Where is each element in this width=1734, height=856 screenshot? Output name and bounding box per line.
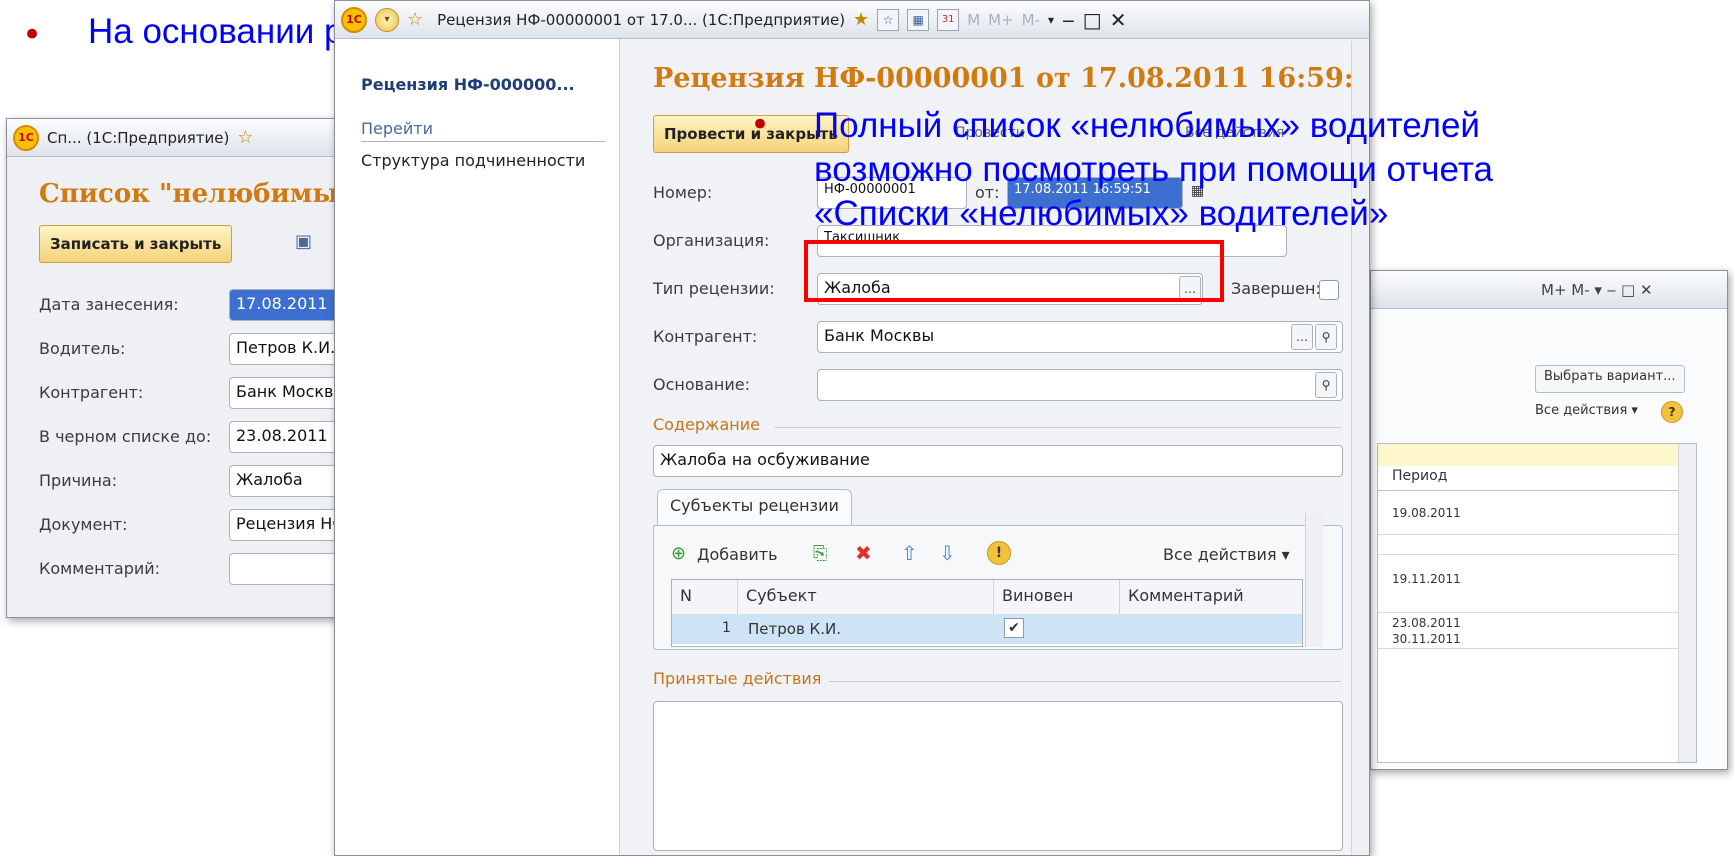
calendar-icon[interactable]: 31 — [937, 8, 960, 31]
tab-review-subjects[interactable]: Субъекты рецензии — [657, 489, 852, 525]
1c-logo-icon[interactable]: 1С — [341, 6, 367, 33]
review-titlebar[interactable]: 1С ▾ ☆ Рецензия НФ-00000001 от 17.0... (… — [335, 1, 1369, 39]
choose-variant-button[interactable]: Выбрать вариант... — [1535, 365, 1685, 393]
memory-plus-button[interactable]: M+ — [988, 11, 1014, 29]
row-number: 1 — [722, 620, 731, 636]
content-divider — [775, 427, 1341, 428]
window-title: Сп... (1С:Предприятие) — [47, 128, 230, 147]
report-titlebar[interactable]: M+ M- ▾ ‒ □ ✕ — [1371, 271, 1727, 309]
basis-field[interactable] — [817, 369, 1343, 401]
highlight-frame — [804, 240, 1224, 302]
report-cell: 23.08.2011 — [1392, 616, 1461, 630]
completed-label: Завершен: — [1231, 279, 1321, 298]
actions-divider — [829, 681, 1341, 682]
slide-bullet-2-line1: Полный список «нелюбимых» водителей — [814, 106, 1480, 145]
slide-bullet-2-line2: возможно посмотреть при помощи отчета — [814, 150, 1493, 189]
report-grid: Период 19.08.2011 19.11.2011 23.08.2011 … — [1377, 443, 1697, 763]
basis-search-icon[interactable]: ⚲ — [1315, 372, 1337, 398]
number-label: Номер: — [653, 183, 713, 202]
close-button[interactable]: ✕ — [1110, 8, 1127, 32]
row-subject: Петров К.И. — [748, 620, 841, 638]
column-header-subject[interactable]: Субъект — [738, 580, 994, 614]
column-header-comment[interactable]: Комментарий — [1120, 580, 1302, 614]
star-icon[interactable]: ☆ — [237, 127, 253, 148]
column-header-guilty[interactable]: Виновен — [994, 580, 1120, 614]
content-field[interactable]: Жалоба на осбуживание — [653, 445, 1343, 477]
grid-scrollbar[interactable] — [1305, 513, 1323, 647]
field-label: Документ: — [39, 515, 128, 534]
counterparty-search-icon[interactable]: ⚲ — [1315, 324, 1337, 350]
counterparty-field[interactable]: Банк Москвы — [817, 321, 1343, 353]
page-title: Список "нелюбимых" водителей — [39, 179, 356, 209]
navigation-panel: Рецензия НФ-000000... Перейти Структура … — [335, 39, 620, 855]
actions-field[interactable] — [653, 701, 1343, 851]
bookmark-icon[interactable]: ☆ — [877, 8, 900, 31]
arrow-up-icon[interactable]: ⇧ — [901, 541, 918, 565]
report-window: M+ M- ▾ ‒ □ ✕ Выбрать вариант... Все дей… — [1370, 270, 1728, 770]
arrow-down-icon[interactable]: ⇩ — [939, 541, 956, 565]
field-label: Комментарий: — [39, 559, 161, 578]
star-icon[interactable]: ☆ — [407, 9, 423, 30]
minimize-button[interactable]: ‒ — [1062, 8, 1075, 32]
window-title: Рецензия НФ-00000001 от 17.0... (1С:Пред… — [437, 10, 846, 29]
slide-bullet-2-line3: «Списки «нелюбимых» водителей» — [814, 194, 1389, 233]
period-column-header[interactable]: Период — [1392, 468, 1447, 484]
content-section-title: Содержание — [653, 415, 760, 434]
memory-minus-button[interactable]: M- — [1022, 11, 1040, 29]
counterparty-label: Контрагент: — [653, 327, 758, 346]
basis-label: Основание: — [653, 375, 750, 394]
row-guilty-checkbox[interactable]: ✔ — [1004, 618, 1024, 638]
report-cell: 30.11.2011 — [1392, 632, 1461, 646]
menu-arrow-icon[interactable]: ▾ — [375, 7, 399, 32]
report-cell: 19.08.2011 — [1392, 506, 1461, 520]
memory-m-button[interactable]: M — [967, 11, 980, 29]
window-controls[interactable]: M+ M- ▾ ‒ □ ✕ — [1541, 281, 1653, 299]
column-header-n[interactable]: N — [672, 580, 738, 614]
field-label: Контрагент: — [39, 383, 144, 402]
blacklist-window: 1С Сп... (1С:Предприятие) ☆ Список "нелю… — [6, 118, 356, 618]
bullet-dot-1: • — [22, 15, 43, 55]
1c-logo-icon[interactable]: 1С — [13, 124, 39, 151]
blacklist-titlebar[interactable]: 1С Сп... (1С:Предприятие) ☆ — [7, 119, 355, 157]
add-subject-button[interactable]: Добавить — [697, 545, 778, 564]
completed-checkbox[interactable] — [1319, 280, 1339, 300]
field-label: Дата занесения: — [39, 295, 179, 314]
page-title: Рецензия НФ-00000001 от 17.08.2011 16:59… — [653, 63, 1370, 94]
actions-section-title: Принятые действия — [653, 669, 822, 688]
calculator-icon[interactable]: ▦ — [907, 8, 930, 31]
table-row[interactable]: 1 Петров К.И. ✔ — [672, 614, 1302, 644]
help-icon[interactable]: ? — [1661, 401, 1683, 423]
nav-divider — [361, 141, 605, 142]
plus-circle-icon[interactable]: ⊕ — [671, 543, 686, 564]
nav-item-structure[interactable]: Структура подчиненности — [361, 151, 585, 170]
bullet-dot-2: • — [750, 105, 771, 145]
all-actions-menu[interactable]: Все действия ▾ — [1535, 403, 1638, 418]
favorite-star-icon[interactable]: ★ — [853, 9, 869, 30]
organization-label: Организация: — [653, 231, 770, 250]
subjects-grid: N Субъект Виновен Комментарий 1 Петров К… — [671, 579, 1303, 647]
save-close-button[interactable]: Записать и закрыть — [39, 225, 233, 263]
counterparty-select-button[interactable]: … — [1291, 324, 1313, 350]
field-label: Водитель: — [39, 339, 126, 358]
maximize-button[interactable]: □ — [1083, 8, 1102, 32]
nav-goto-label: Перейти — [361, 119, 433, 138]
exclamation-icon[interactable]: ! — [987, 541, 1011, 565]
red-cross-icon[interactable]: ✖ — [855, 541, 872, 565]
dropdown-icon[interactable]: ▾ — [1048, 13, 1054, 27]
grid-all-actions-menu[interactable]: Все действия ▾ — [1163, 545, 1290, 564]
disk-icon[interactable]: ▣ — [295, 231, 312, 252]
review-type-label: Тип рецензии: — [653, 279, 775, 298]
field-label: Причина: — [39, 471, 118, 490]
nav-document-title[interactable]: Рецензия НФ-000000... — [361, 75, 575, 94]
report-scrollbar[interactable] — [1678, 444, 1696, 762]
field-label: В черном списке до: — [39, 427, 212, 446]
report-cell: 19.11.2011 — [1392, 572, 1461, 586]
copy-icon[interactable]: ⎘ — [813, 543, 827, 564]
